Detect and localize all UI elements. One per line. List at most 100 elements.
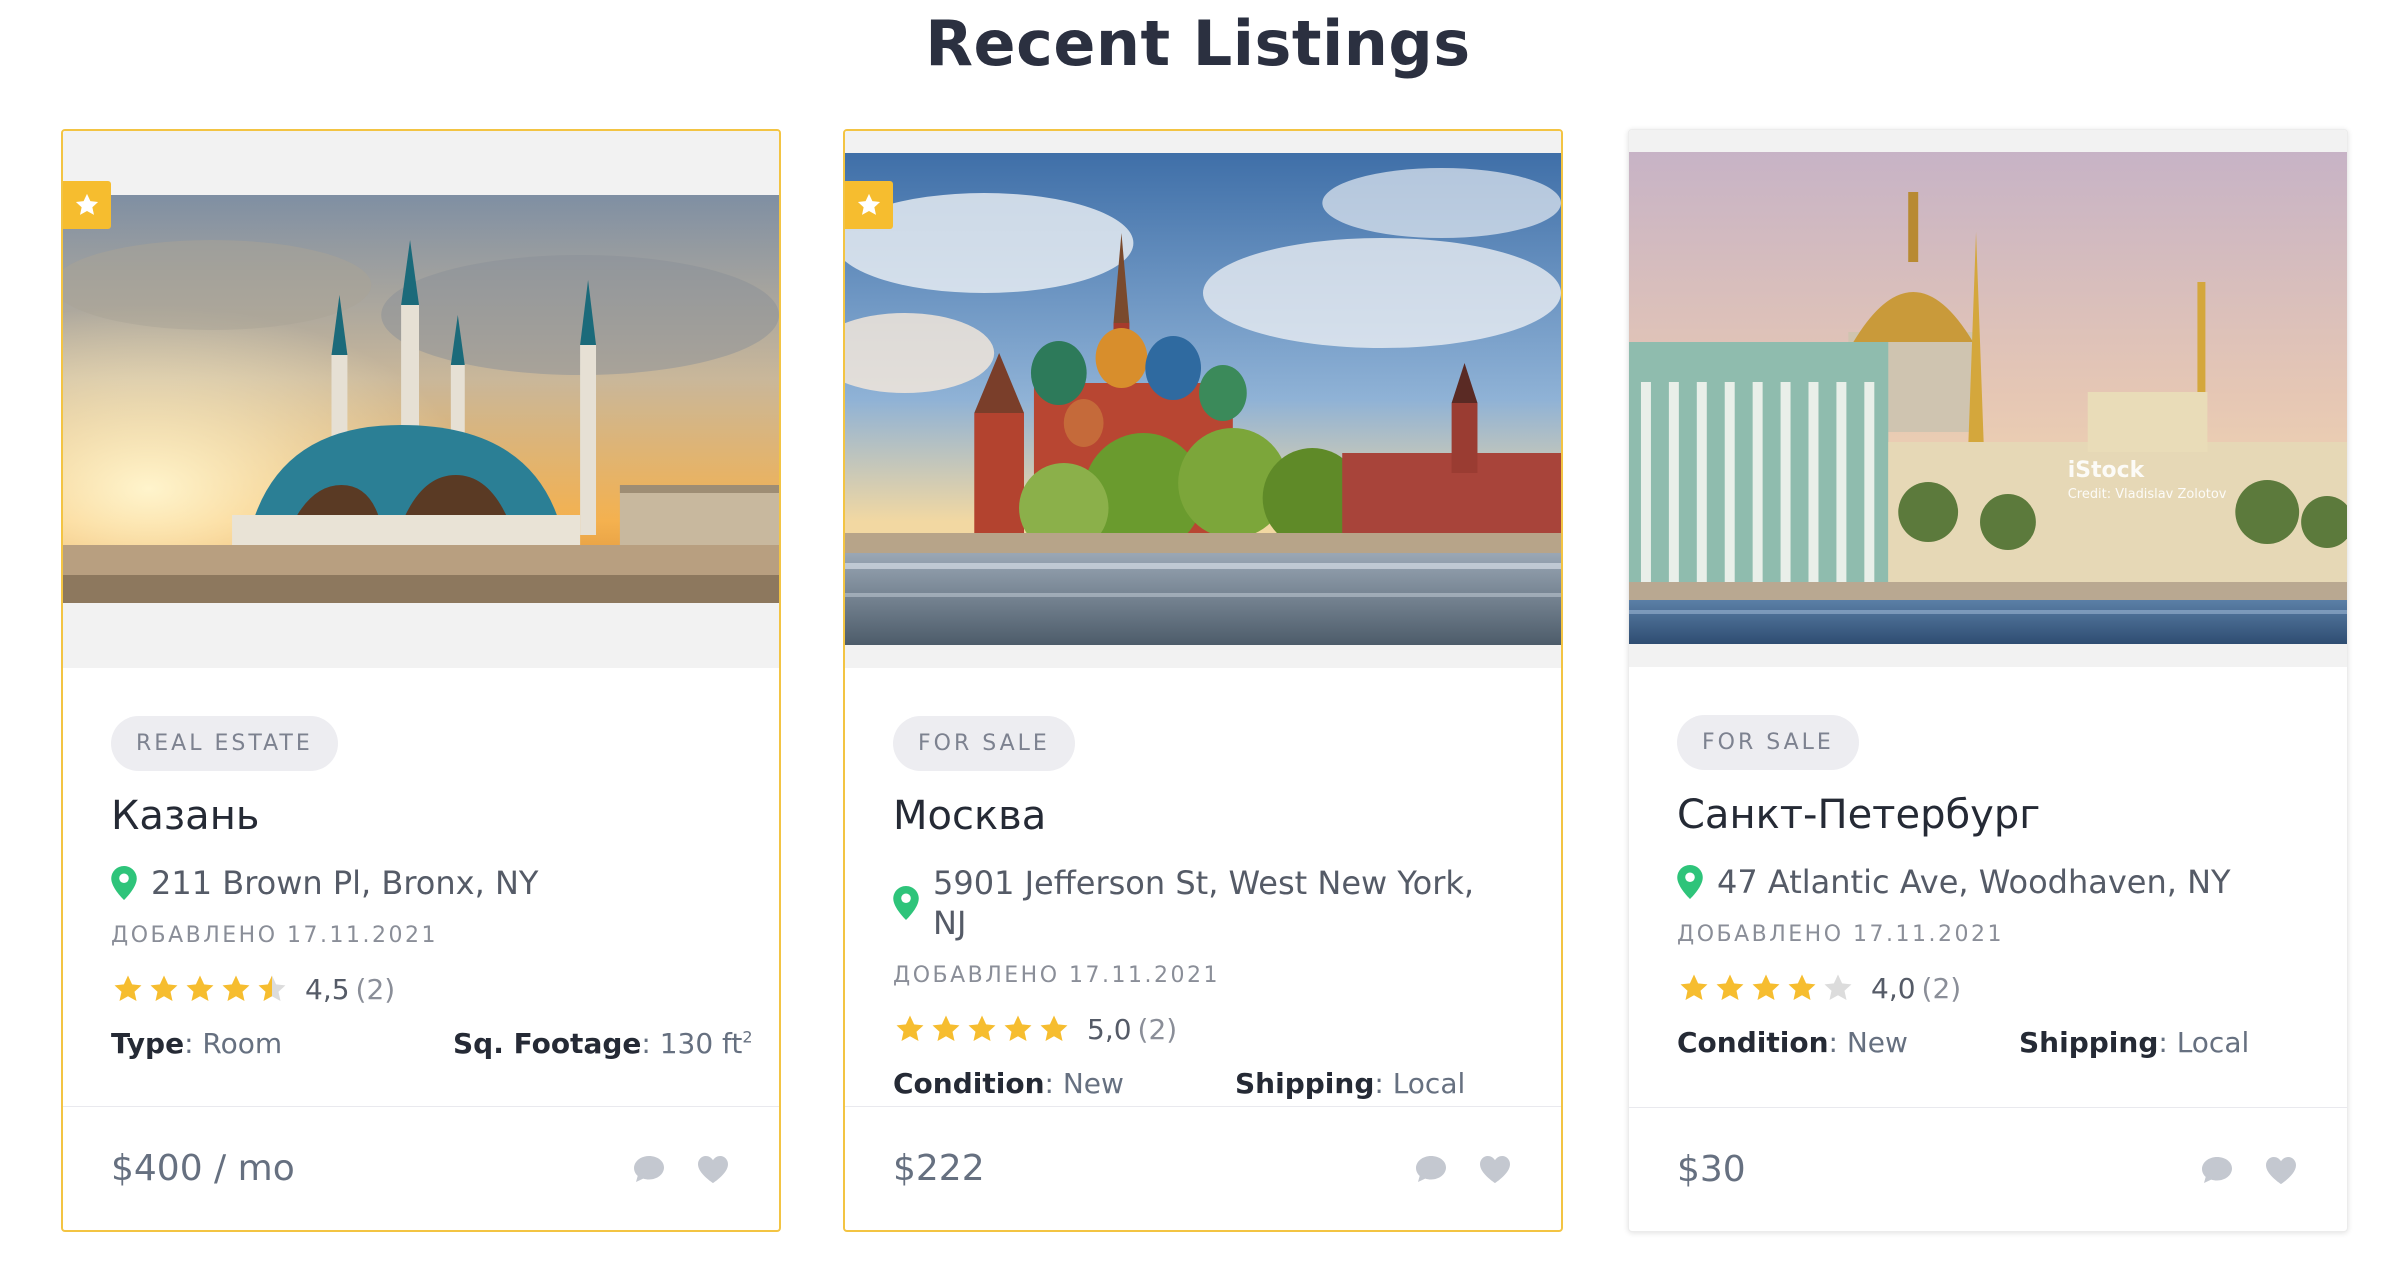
listing-specs: Type: Room Sq. Footage: 130 ft2 [111, 1027, 753, 1067]
heart-icon [1480, 1155, 1510, 1183]
listing-card-kazan[interactable]: REAL ESTATE Казань 211 Brown Pl, Bronx, … [61, 129, 781, 1232]
listing-rating: 5,0 (2) [893, 1011, 1513, 1047]
star-icon [896, 1015, 924, 1042]
spec-label: Shipping [2019, 1026, 2159, 1059]
listing-title[interactable]: Москва [893, 791, 1513, 841]
star-icon [222, 975, 250, 1002]
spec-value: : Local [2158, 1026, 2250, 1059]
comment-button[interactable] [631, 1153, 667, 1185]
listing-card-moscow[interactable]: FOR SALE Москва 5901 Jefferson St, West … [843, 129, 1563, 1232]
spec-value: : 130 ft [641, 1027, 743, 1060]
address-text: 5901 Jefferson St, West New York, NJ [933, 864, 1475, 942]
listing-footer: $400 / mo [63, 1106, 779, 1230]
star-icon [114, 975, 142, 1002]
listing-specs: Condition: New Shipping: Local [1677, 1026, 2299, 1066]
spec-sq-footage: Sq. Footage: 130 ft2 [453, 1027, 753, 1060]
featured-badge [63, 181, 111, 229]
spec-type: Type: Room [111, 1027, 282, 1060]
spec-shipping: Shipping: Local [1235, 1067, 1465, 1100]
listing-specs: Condition: New Shipping: Local [893, 1067, 1513, 1107]
rating-stars [111, 972, 291, 1006]
listing-card-saint-petersburg[interactable]: iStock Credit: Vladislav Zolotov FOR SAL… [1628, 129, 2348, 1232]
listing-price: $400 / mo [111, 1148, 295, 1189]
listing-photo[interactable] [845, 153, 1561, 645]
section-title: Recent Listings [925, 7, 1471, 80]
spec-label: Condition [893, 1067, 1045, 1100]
spec-condition: Condition: New [1677, 1026, 1908, 1059]
chat-bubble-icon [2202, 1156, 2232, 1183]
star-icon [968, 1015, 996, 1042]
listing-actions [603, 1153, 731, 1185]
heart-icon [698, 1155, 728, 1183]
favorite-button[interactable] [2263, 1154, 2299, 1186]
listing-photo[interactable]: iStock Credit: Vladislav Zolotov [1629, 152, 2347, 644]
listing-address: 5901 Jefferson St, West New York, NJ [893, 863, 1513, 943]
listing-price: $222 [893, 1148, 985, 1189]
spec-label: Condition [1677, 1026, 1829, 1059]
listing-footer: $30 [1629, 1107, 2347, 1231]
watermark-credit: Credit: Vladislav Zolotov [2068, 487, 2227, 502]
listing-body: REAL ESTATE Казань 211 Brown Pl, Bronx, … [111, 716, 753, 1067]
listing-price: $30 [1677, 1149, 1746, 1190]
listing-body: FOR SALE Москва 5901 Jefferson St, West … [893, 716, 1513, 1107]
favorite-button[interactable] [695, 1153, 731, 1185]
spec-value: : New [1044, 1067, 1124, 1100]
star-icon [1680, 974, 1708, 1001]
rating-score: 5,0 [1087, 1012, 1132, 1046]
chat-bubble-icon [634, 1155, 664, 1182]
listing-title[interactable]: Казань [111, 791, 731, 841]
listing-title[interactable]: Санкт-Петербург [1677, 790, 2299, 840]
rating-score: 4,5 [305, 972, 350, 1006]
spec-value: : Local [1374, 1067, 1466, 1100]
star-icon [1004, 1015, 1032, 1042]
star-icon [1716, 974, 1744, 1001]
map-pin-icon [893, 886, 919, 920]
listing-media[interactable] [845, 131, 1561, 668]
rating-count: (2) [1921, 971, 1962, 1005]
star-icon [186, 975, 214, 1002]
listing-date: ДОБАВЛЕНО 17.11.2021 [893, 963, 1220, 988]
favorite-button[interactable] [1477, 1153, 1513, 1185]
listing-footer: $222 [845, 1106, 1561, 1230]
listing-media[interactable]: iStock Credit: Vladislav Zolotov [1629, 130, 2347, 667]
comment-button[interactable] [2199, 1154, 2235, 1186]
listing-body: FOR SALE Санкт-Петербург 47 Atlantic Ave… [1677, 715, 2299, 1066]
star-half-icon [258, 975, 286, 1002]
star-icon [150, 975, 178, 1002]
spec-label: Sq. Footage [453, 1027, 642, 1060]
star-icon [932, 1015, 960, 1042]
featured-badge [845, 181, 893, 229]
category-tag[interactable]: FOR SALE [1677, 715, 1859, 770]
rating-score: 4,0 [1871, 971, 1916, 1005]
map-pin-icon [1677, 865, 1703, 899]
category-tag[interactable]: REAL ESTATE [111, 716, 338, 771]
watermark-text: iStock [2068, 458, 2146, 483]
star-icon [75, 193, 99, 215]
spec-condition: Condition: New [893, 1067, 1124, 1100]
map-pin-icon [111, 866, 137, 900]
rating-count: (2) [1137, 1012, 1178, 1046]
star-icon [1752, 974, 1780, 1001]
listing-rating: 4,0 (2) [1677, 970, 2299, 1006]
spec-unit-sup: 2 [742, 1027, 753, 1047]
rating-count: (2) [355, 972, 396, 1006]
listing-photo[interactable] [63, 195, 779, 603]
listing-date: ДОБАВЛЕНО 17.11.2021 [111, 923, 438, 948]
category-tag[interactable]: FOR SALE [893, 716, 1075, 771]
spec-value: : Room [184, 1027, 283, 1060]
heart-icon [2266, 1156, 2296, 1184]
rating-stars [1677, 971, 1857, 1005]
rating-stars [893, 1012, 1073, 1046]
listing-media[interactable] [63, 131, 779, 668]
star-icon [1788, 974, 1816, 1001]
star-empty-icon [1824, 974, 1852, 1001]
spec-label: Shipping [1235, 1067, 1375, 1100]
comment-button[interactable] [1413, 1153, 1449, 1185]
spec-shipping: Shipping: Local [2019, 1026, 2249, 1059]
listing-actions [2171, 1154, 2299, 1186]
listing-rating: 4,5 (2) [111, 971, 731, 1007]
address-text: 211 Brown Pl, Bronx, NY [151, 864, 539, 902]
spec-value: : New [1828, 1026, 1908, 1059]
address-text: 47 Atlantic Ave, Woodhaven, NY [1717, 863, 2231, 901]
chat-bubble-icon [1416, 1155, 1446, 1182]
